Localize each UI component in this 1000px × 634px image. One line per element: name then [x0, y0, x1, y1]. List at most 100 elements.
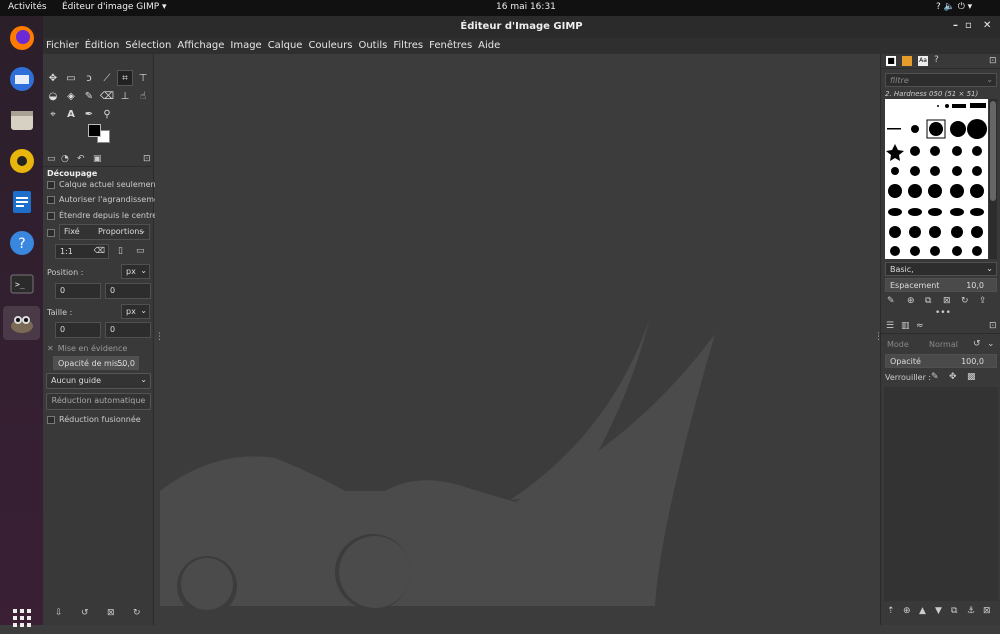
size-w-input[interactable]: 0 [55, 322, 101, 338]
position-y-input[interactable]: 0 [105, 283, 151, 299]
image-canvas[interactable] [155, 54, 879, 625]
menu-aide[interactable]: Aide [475, 39, 503, 52]
new-brush-icon[interactable]: ⊕ [907, 296, 915, 306]
save-options-icon[interactable]: ⇩ [55, 608, 63, 618]
images-tab-icon[interactable]: ▣ [93, 154, 102, 164]
lower-layer-icon[interactable]: ▼ [935, 606, 942, 616]
refresh-brushes-icon[interactable]: ↻ [961, 296, 969, 306]
lock-alpha-icon[interactable]: ▩ [967, 372, 976, 382]
color-picker-tool-icon[interactable]: ✒ [81, 106, 97, 122]
fonts-tab-icon[interactable]: Aa [918, 56, 928, 66]
help-icon[interactable]: ? [5, 226, 38, 259]
unified-transform-tool-icon[interactable]: ⊤ [135, 70, 151, 86]
fixed-checkbox[interactable] [47, 228, 55, 237]
smudge-tool-icon[interactable]: ☝ [135, 88, 151, 104]
panel-menu-icon[interactable]: ⊡ [143, 154, 151, 164]
size-unit-select[interactable]: px ⌄ [121, 304, 150, 319]
channels-tab-icon[interactable]: ▥ [901, 321, 910, 331]
mode-value[interactable]: Normal [929, 340, 958, 349]
current-layer-only-checkbox[interactable] [47, 180, 55, 189]
restore-options-icon[interactable]: ↺ [81, 608, 89, 618]
device-status-tab-icon[interactable]: ◔ [61, 154, 69, 164]
scrollbar-thumb[interactable] [990, 101, 996, 201]
new-layer-icon[interactable]: ⊕ [903, 606, 911, 616]
bucket-fill-tool-icon[interactable]: ◈ [63, 88, 79, 104]
help-icon[interactable]: ? [934, 55, 939, 65]
lock-pixels-icon[interactable]: ✎ [931, 372, 939, 382]
layer-opacity-slider[interactable]: Opacité 100,0 [885, 354, 997, 368]
fixed-option[interactable] [47, 228, 59, 237]
warp-tool-icon[interactable]: ◒ [45, 88, 61, 104]
close-button[interactable]: ✕ [983, 20, 991, 31]
paintbrush-tool-icon[interactable]: ✎ [81, 88, 97, 104]
portrait-icon[interactable]: ▯ [118, 246, 123, 256]
menu-fenetres[interactable]: Fenêtres [426, 39, 475, 52]
rhythmbox-icon[interactable] [5, 144, 38, 177]
menu-outils[interactable]: Outils [355, 39, 390, 52]
menu-fichier[interactable]: Fichier [43, 39, 82, 52]
left-panel-resize-handle[interactable]: ⋮ [155, 332, 164, 342]
current-layer-only-option[interactable]: Calque actuel seulement [47, 180, 159, 189]
chevron-down-icon[interactable]: ⌄ [987, 339, 995, 349]
expand-from-center-option[interactable]: Étendre depuis le centre [47, 211, 157, 220]
lasso-tool-icon[interactable]: ↄ [81, 70, 97, 86]
brush-filter-input[interactable]: filtre ⌄ [885, 73, 997, 87]
highlight-opacity-slider[interactable]: Opacité de mis… 50,0 [53, 356, 139, 370]
layers-list[interactable] [884, 387, 998, 601]
panel-menu-icon[interactable]: ⊡ [989, 56, 997, 66]
fixed-mode-select[interactable]: Fixé Proportions ⌄ [59, 224, 150, 240]
menu-edition[interactable]: Édition [82, 39, 123, 52]
auto-shrink-button[interactable]: Réduction automatique [46, 393, 151, 410]
writer-icon[interactable] [5, 185, 38, 218]
expand-from-center-checkbox[interactable] [47, 211, 55, 220]
edit-brush-icon[interactable]: ✎ [887, 296, 895, 306]
system-tray[interactable]: ? 🔈 ⏻ ▾ [936, 2, 972, 12]
patterns-tab-icon[interactable] [902, 56, 912, 66]
tool-options-tab-icon[interactable]: ▭ [47, 154, 56, 164]
app-menu[interactable]: Éditeur d'image GIMP ▾ [62, 2, 167, 12]
minimize-button[interactable]: – [953, 20, 958, 31]
brush-grid[interactable] [885, 99, 988, 259]
shrink-merged-option[interactable]: Réduction fusionnée [47, 415, 141, 424]
clear-icon[interactable]: ⌫ [94, 246, 105, 255]
duplicate-brush-icon[interactable]: ⧉ [925, 296, 931, 306]
panel-separator-handle[interactable]: ••• [935, 308, 951, 318]
position-x-input[interactable]: 0 [55, 283, 101, 299]
brush-scrollbar[interactable] [989, 99, 997, 259]
ratio-input[interactable]: 1:1 ⌫ [55, 244, 109, 259]
files-icon[interactable] [5, 103, 38, 136]
menu-affichage[interactable]: Affichage [174, 39, 227, 52]
foreground-color-swatch[interactable] [88, 124, 101, 137]
duplicate-layer-icon[interactable]: ⧉ [951, 606, 957, 616]
menu-image[interactable]: Image [227, 39, 264, 52]
menu-couleurs[interactable]: Couleurs [305, 39, 355, 52]
delete-layer-icon[interactable]: ⊠ [983, 606, 991, 616]
crop-tool-icon[interactable]: ⌗ [117, 70, 133, 86]
close-icon[interactable]: ✕ [47, 344, 54, 353]
undo-history-tab-icon[interactable]: ↶ [77, 154, 85, 164]
show-apps-icon[interactable] [5, 601, 38, 634]
restore-button[interactable]: ▫ [965, 20, 972, 31]
allow-growing-option[interactable]: Autoriser l'agrandissement [47, 195, 167, 204]
layers-tab-icon[interactable]: ☰ [886, 321, 894, 331]
position-unit-select[interactable]: px ⌄ [121, 264, 150, 279]
panel-menu-icon[interactable]: ⊡ [989, 321, 997, 331]
zoom-tool-icon[interactable]: ⚲ [99, 106, 115, 122]
menu-calque[interactable]: Calque [265, 39, 306, 52]
move-tool-icon[interactable]: ✥ [45, 70, 61, 86]
reset-mode-icon[interactable]: ↺ [973, 339, 981, 349]
terminal-icon[interactable]: >_ [5, 267, 38, 300]
reset-options-icon[interactable]: ↻ [133, 608, 141, 618]
paths-tab-icon[interactable]: ≈ [916, 321, 924, 331]
new-layer-group-icon[interactable]: ⇡ [887, 606, 895, 616]
menu-selection[interactable]: Sélection [122, 39, 174, 52]
activities-button[interactable]: Activités [8, 2, 47, 12]
landscape-icon[interactable]: ▭ [136, 246, 145, 256]
clock[interactable]: 16 mai 16:31 [496, 2, 556, 12]
brush-tag-input[interactable]: Basic, ⌄ [885, 262, 997, 276]
rect-select-tool-icon[interactable]: ▭ [63, 70, 79, 86]
allow-growing-checkbox[interactable] [47, 195, 55, 204]
delete-brush-icon[interactable]: ⊠ [943, 296, 951, 306]
spacing-slider[interactable]: Espacement 10,0 [885, 278, 997, 292]
fuzzy-select-tool-icon[interactable]: ⟋ [99, 70, 115, 86]
